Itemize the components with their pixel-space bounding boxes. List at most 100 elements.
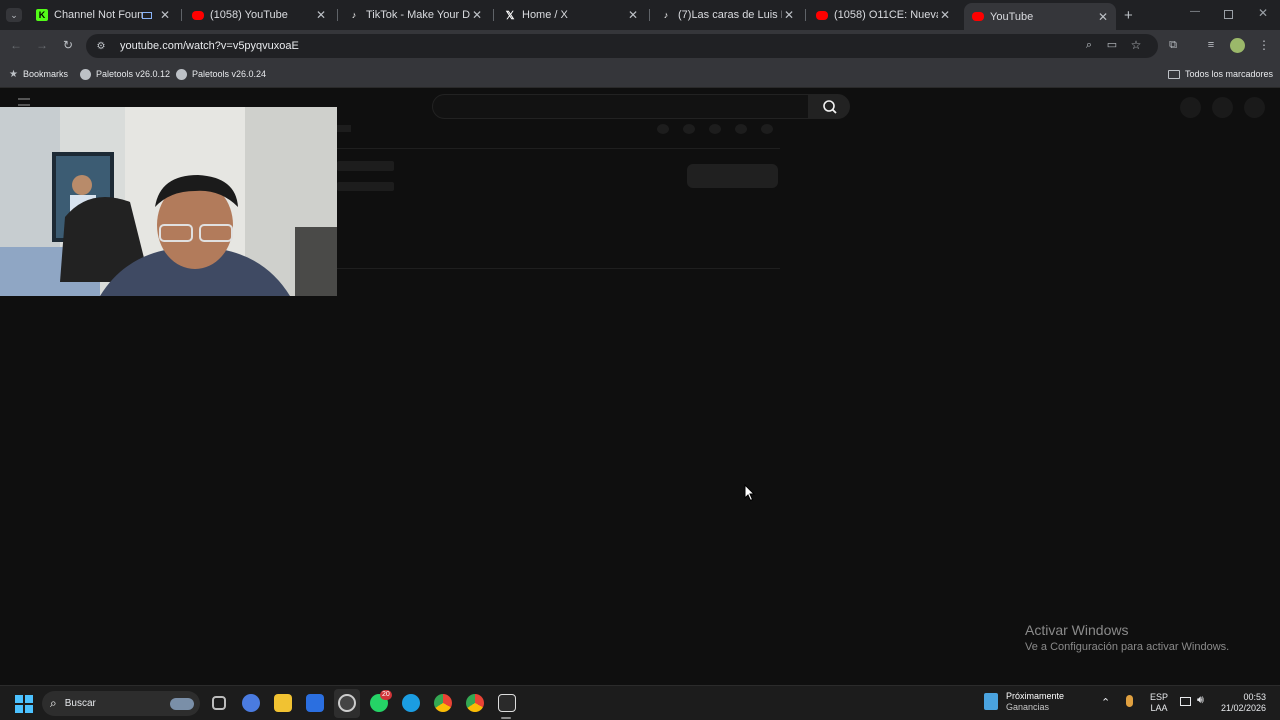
bookmarks-bar: ★ Bookmarks Paletools v26.0.12 Paletools…	[0, 61, 1280, 88]
url-text[interactable]: youtube.com/watch?v=v5pyqvuxoaE	[120, 40, 299, 52]
language-sub-label: LAA	[1150, 703, 1168, 713]
taskbar-search[interactable]: ⌕ Buscar	[42, 691, 200, 716]
bookmark-folder[interactable]: ★ Bookmarks	[9, 67, 68, 81]
tab-title: TikTok - Make Your Day	[366, 9, 470, 21]
tab-kick[interactable]: K Channel Not Found - K ✕	[28, 4, 178, 26]
close-icon[interactable]: ✕	[470, 8, 484, 22]
star-icon[interactable]: ☆	[1129, 38, 1143, 52]
close-icon[interactable]: ✕	[314, 8, 328, 22]
kick-icon: K	[36, 9, 48, 21]
menu-icon[interactable]: ⋮	[1257, 38, 1271, 52]
skeleton-dot	[761, 124, 773, 134]
news-icon	[984, 693, 998, 710]
zoom-icon[interactable]: ⌕	[1082, 38, 1096, 52]
language-indicator[interactable]: ESP LAA	[1150, 692, 1168, 714]
close-icon[interactable]: ✕	[1096, 10, 1110, 24]
search-icon: ⌕	[50, 696, 57, 710]
star-icon: ★	[9, 68, 18, 80]
chrome-icon[interactable]	[434, 694, 452, 712]
tab-search-button[interactable]: ⌄	[6, 8, 22, 22]
tray-overflow-icon[interactable]: ⌃	[1101, 696, 1110, 709]
youtube-icon	[972, 12, 984, 21]
microsoft-store-icon[interactable]	[306, 694, 324, 712]
search-icon	[823, 100, 837, 114]
tab-title: Channel Not Found - K	[54, 9, 142, 21]
bookmark-paletools-2[interactable]: Paletools v26.0.24	[176, 67, 266, 81]
minimize-button[interactable]: —	[1190, 6, 1202, 17]
placeholder-icon-button	[1180, 97, 1201, 118]
tab-title: (1058) YouTube	[210, 9, 288, 21]
microphone-icon[interactable]	[1126, 695, 1133, 707]
volume-icon[interactable]: 🔊︎	[1197, 694, 1204, 707]
skeleton-subscribe-button	[687, 164, 778, 188]
close-icon[interactable]: ✕	[782, 8, 796, 22]
news-title: Próximamente	[1006, 691, 1065, 701]
close-icon[interactable]: ✕	[938, 8, 952, 22]
all-bookmarks[interactable]: Todos los marcadores	[1168, 67, 1273, 81]
extensions-icon[interactable]: ⧉	[1166, 38, 1180, 52]
x-icon: 𝕏	[505, 9, 515, 22]
tab-tiktok-luis-enrique[interactable]: ♪ (7)Las caras de Luis Enrique ✕	[652, 4, 802, 26]
close-window-button[interactable]: ✕	[1258, 6, 1268, 20]
tab-youtube-active[interactable]: YouTube ✕	[964, 3, 1116, 30]
tiktok-icon: ♪	[351, 10, 357, 20]
copilot-icon[interactable]	[242, 694, 260, 712]
tab-title: YouTube	[990, 10, 1034, 23]
webcam-feed-image	[0, 107, 337, 296]
tab-separator	[649, 9, 650, 21]
back-icon[interactable]: ←	[9, 38, 23, 52]
youtube-icon	[816, 10, 828, 20]
tab-title: (7)Las caras de Luis Enrique	[678, 9, 782, 21]
reload-icon[interactable]: ↻	[61, 38, 75, 52]
skeleton-divider	[337, 268, 780, 269]
skeleton-subscribers	[337, 182, 394, 191]
tab-x-home[interactable]: 𝕏 Home / X ✕	[496, 4, 646, 26]
webcam-overlay	[0, 107, 337, 296]
tab-strip: ⌄ K Channel Not Found - K ✕ (1058) YouTu…	[0, 0, 1280, 30]
close-icon[interactable]: ✕	[158, 8, 172, 22]
clock-date: 21/02/2026	[1220, 703, 1266, 713]
clock-time: 00:53	[1243, 692, 1266, 702]
edge-icon[interactable]	[402, 694, 420, 712]
hamburger-menu-icon[interactable]	[18, 98, 30, 106]
skeleton-title	[337, 125, 351, 132]
media-icon	[142, 11, 152, 19]
windows-start-icon[interactable]	[15, 695, 33, 713]
chrome-profile-icon[interactable]	[466, 694, 484, 712]
news-subtitle: Ganancias	[1006, 702, 1050, 712]
tab-title: Home / X	[522, 9, 568, 21]
running-indicator	[501, 717, 511, 719]
mouse-cursor	[744, 484, 756, 502]
bookmark-label: Paletools v26.0.12	[96, 69, 171, 79]
globe-icon	[80, 68, 91, 80]
tab-youtube-1058[interactable]: (1058) YouTube ✕	[184, 4, 334, 26]
tab-youtube-o11ce[interactable]: (1058) O11CE: Nueva Gene ✕	[808, 4, 958, 26]
network-icon[interactable]	[1180, 697, 1191, 706]
search-button[interactable]	[808, 94, 850, 119]
new-tab-button[interactable]: +	[1124, 7, 1133, 24]
bookmark-paletools-1[interactable]: Paletools v26.0.12	[80, 67, 170, 81]
windows-activation-watermark: Activar Windows Ve a Configuración para …	[1025, 622, 1229, 653]
file-explorer-icon[interactable]	[274, 694, 292, 712]
language-label: ESP	[1150, 692, 1169, 702]
close-icon[interactable]: ✕	[626, 8, 640, 22]
skeleton-divider	[337, 148, 780, 149]
search-input[interactable]	[432, 94, 809, 119]
folder-icon	[1168, 69, 1180, 79]
tab-tiktok[interactable]: ♪ TikTok - Make Your Day ✕	[340, 4, 490, 26]
widget-news[interactable]: Próximamente Ganancias	[984, 691, 1064, 712]
skeleton-channel-name	[337, 161, 394, 171]
forward-icon[interactable]: →	[35, 38, 49, 52]
task-view-icon[interactable]	[212, 696, 226, 710]
site-info-icon[interactable]: ⚙	[94, 41, 108, 52]
media-controls-icon[interactable]: ≡	[1204, 38, 1218, 52]
epic-games-icon[interactable]	[498, 694, 516, 712]
restore-button[interactable]	[1224, 10, 1233, 19]
watermark-subtitle: Ve a Configuración para activar Windows.	[1025, 641, 1230, 653]
youtube-page: Activar Windows Ve a Configuración para …	[0, 88, 1280, 685]
obs-icon[interactable]	[338, 694, 356, 712]
address-bar[interactable]: ⚙ youtube.com/watch?v=v5pyqvuxoaE	[86, 34, 1158, 58]
clock[interactable]: 00:53 21/02/2026	[1218, 692, 1266, 714]
profile-avatar[interactable]	[1230, 38, 1245, 53]
cast-icon[interactable]: ▭	[1105, 38, 1119, 52]
